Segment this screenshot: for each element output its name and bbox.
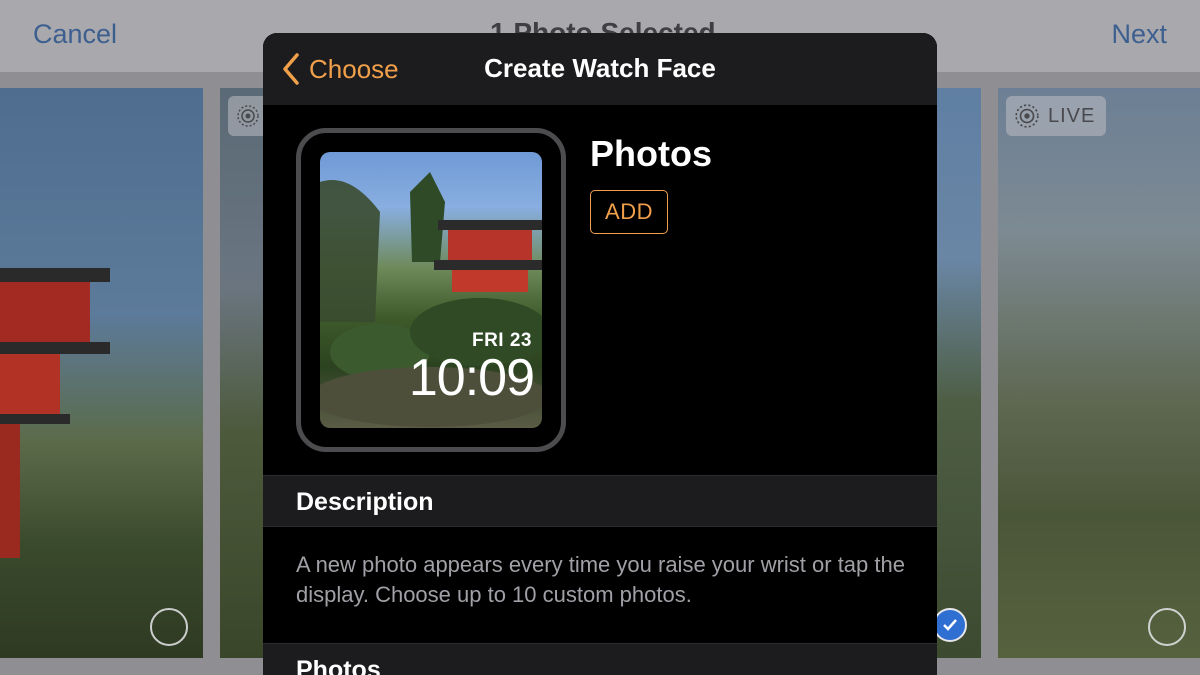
- cancel-button[interactable]: Cancel: [33, 19, 117, 50]
- live-photo-icon: [1015, 104, 1039, 128]
- create-watch-face-sheet: Choose Create Watch Face FRI 23 10:09 Ph…: [263, 33, 937, 675]
- photo-thumbnail[interactable]: [935, 88, 981, 658]
- page-title: Create Watch Face: [484, 53, 716, 83]
- watch-face-preview: FRI 23 10:09: [296, 128, 566, 452]
- face-name: Photos: [590, 133, 712, 174]
- select-circle[interactable]: [1148, 608, 1186, 646]
- photos-section-header: Photos: [263, 643, 937, 675]
- live-photo-icon: [237, 105, 259, 127]
- checkmark-icon: [943, 619, 957, 631]
- photos-header: Photos: [296, 656, 381, 675]
- add-button[interactable]: ADD: [590, 190, 668, 234]
- description-text: A new photo appears every time you raise…: [296, 552, 905, 607]
- nav-bar: Choose Create Watch Face: [263, 33, 937, 105]
- watch-time: 10:09: [408, 349, 535, 407]
- photo-thumbnail[interactable]: LIVE: [998, 88, 1200, 658]
- live-photo-badge: [228, 96, 268, 136]
- description-section-header: Description: [263, 475, 937, 527]
- watch-screen: FRI 23 10:09: [320, 152, 542, 428]
- next-button[interactable]: Next: [1111, 19, 1167, 50]
- photo-thumbnail[interactable]: [0, 88, 203, 658]
- live-label: LIVE: [1048, 104, 1096, 127]
- select-circle[interactable]: [150, 608, 188, 646]
- selected-checkmark[interactable]: [935, 608, 967, 642]
- description-header: Description: [296, 488, 434, 516]
- live-photo-badge: LIVE: [1006, 96, 1106, 136]
- pagoda-image: [0, 268, 110, 558]
